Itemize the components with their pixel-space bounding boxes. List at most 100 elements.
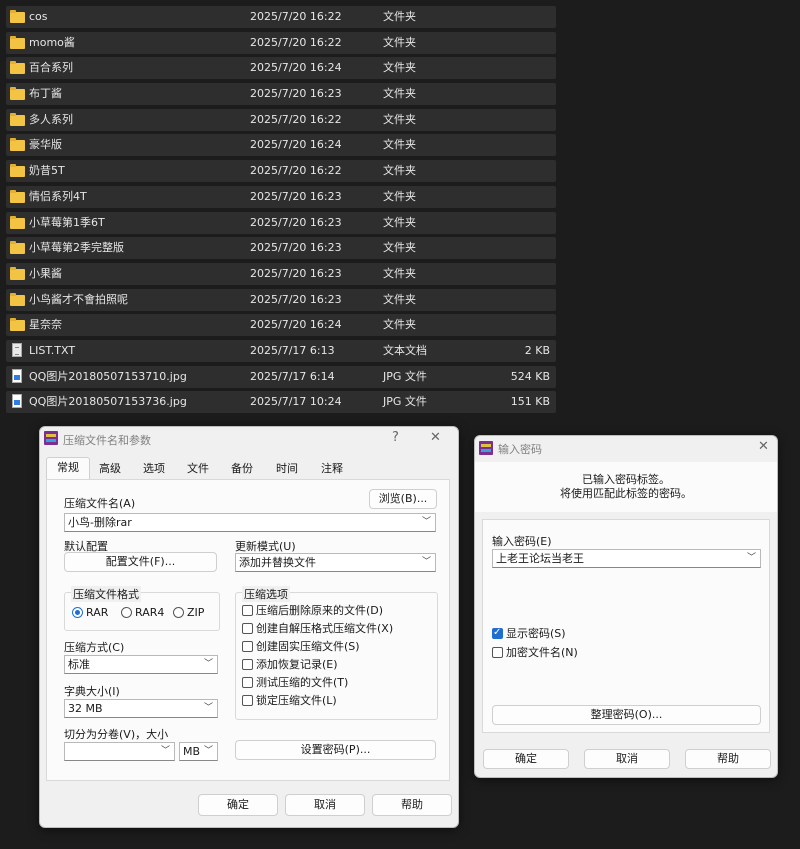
file-row[interactable]: momo酱 2025/7/20 16:22 文件夹 xyxy=(6,31,556,54)
split-size-combo[interactable]: ﹀ xyxy=(64,742,175,761)
file-date: 2025/7/17 6:13 xyxy=(250,343,335,357)
file-type: 文件夹 xyxy=(383,241,416,255)
tab-6[interactable]: 注释 xyxy=(312,459,352,479)
radio-icon xyxy=(72,607,83,618)
split-unit-combo[interactable]: MB ﹀ xyxy=(179,742,218,761)
file-name: 奶昔5T xyxy=(29,164,65,178)
file-row[interactable]: 情侣系列4T 2025/7/20 16:23 文件夹 xyxy=(6,185,556,208)
encrypt-names-label: 加密文件名(N) xyxy=(506,646,578,659)
method-combo[interactable]: 标准 ﹀ xyxy=(64,655,218,674)
help-icon[interactable]: ? xyxy=(392,430,399,445)
format-option-label: ZIP xyxy=(187,606,205,619)
update-mode-value: 添加并替换文件 xyxy=(239,556,316,569)
file-row[interactable]: 布丁酱 2025/7/20 16:23 文件夹 xyxy=(6,83,556,106)
file-name: QQ图片20180507153736.jpg xyxy=(29,395,187,409)
file-row[interactable]: 小鸟酱才不會拍照呢 2025/7/20 16:23 文件夹 xyxy=(6,288,556,311)
profile-button[interactable]: 配置文件(F)... xyxy=(64,552,217,572)
file-name: cos xyxy=(29,10,48,23)
help-button[interactable]: 帮助 xyxy=(685,749,771,769)
file-date: 2025/7/20 16:23 xyxy=(250,266,342,280)
radio-icon xyxy=(173,607,184,618)
password-panel: 输入密码(E) 上老王论坛当老王 ﹀ 显示密码(S) 加密文件名(N) 整理密码… xyxy=(482,519,770,733)
file-row[interactable]: QQ图片20180507153736.jpg 2025/7/17 10:24 JPG… xyxy=(6,391,556,414)
checkbox-icon xyxy=(242,677,253,688)
file-type: JPG 文件 xyxy=(383,395,427,409)
close-icon[interactable]: ✕ xyxy=(758,439,769,454)
tab-1[interactable]: 高级 xyxy=(90,459,130,479)
chevron-down-icon: ﹀ xyxy=(421,557,431,567)
folder-icon xyxy=(10,292,25,306)
checkbox-icon xyxy=(492,626,503,640)
dictionary-combo[interactable]: 32 MB ﹀ xyxy=(64,699,218,718)
password-dialog-title: 输入密码 xyxy=(498,443,542,456)
compression-option-label: 添加恢复记录(E) xyxy=(256,658,338,671)
file-row[interactable]: 小草莓第2季完整版 2025/7/20 16:23 文件夹 xyxy=(6,237,556,260)
file-name: 小草莓第2季完整版 xyxy=(29,241,124,255)
archive-name-combo[interactable]: 小鸟-删除rar ﹀ xyxy=(64,513,436,532)
method-label: 压缩方式(C) xyxy=(64,641,125,654)
file-name: LIST.TXT xyxy=(29,343,76,357)
file-row[interactable]: cos 2025/7/20 16:22 文件夹 xyxy=(6,6,556,28)
file-date: 2025/7/20 16:22 xyxy=(250,10,342,23)
file-type: 文件夹 xyxy=(383,318,416,332)
file-name: 小草莓第1季6T xyxy=(29,215,105,229)
update-mode-combo[interactable]: 添加并替换文件 ﹀ xyxy=(235,553,436,572)
file-row[interactable]: QQ图片20180507153710.jpg 2025/7/17 6:14 JPG … xyxy=(6,365,556,388)
file-name: 豪华版 xyxy=(29,138,62,152)
set-password-button[interactable]: 设置密码(P)... xyxy=(235,740,436,760)
file-type: 文件夹 xyxy=(383,138,416,152)
file-row[interactable]: 星奈奈 2025/7/20 16:24 文件夹 xyxy=(6,314,556,337)
tab-3[interactable]: 文件 xyxy=(178,459,218,479)
folder-icon xyxy=(10,138,25,152)
chevron-down-icon: ﹀ xyxy=(203,659,213,669)
file-type: 文件夹 xyxy=(383,266,416,280)
compression-option-label: 锁定压缩文件(L) xyxy=(256,694,337,707)
split-unit-value: MB xyxy=(183,745,201,758)
file-row[interactable]: 小果酱 2025/7/20 16:23 文件夹 xyxy=(6,262,556,285)
file-row[interactable]: 百合系列 2025/7/20 16:24 文件夹 xyxy=(6,57,556,80)
file-type: 文件夹 xyxy=(383,215,416,229)
winrar-icon xyxy=(44,431,58,445)
organize-passwords-button[interactable]: 整理密码(O)... xyxy=(492,705,761,725)
folder-icon xyxy=(10,35,25,49)
format-groupbox: 压缩文件格式 RAR RAR4 ZIP xyxy=(64,586,220,631)
ok-button[interactable]: 确定 xyxy=(198,794,278,816)
archive-dialog-title: 压缩文件名和参数 xyxy=(63,434,151,447)
folder-icon xyxy=(10,10,25,23)
file-type: 文件夹 xyxy=(383,189,416,203)
cancel-button[interactable]: 取消 xyxy=(285,794,365,816)
archive-dialog-titlebar[interactable]: 压缩文件名和参数 ? ✕ xyxy=(40,427,458,453)
file-row[interactable]: 多人系列 2025/7/20 16:22 文件夹 xyxy=(6,108,556,131)
file-list: cos 2025/7/20 16:22 文件夹 momo酱 2025/7/20 16:2… xyxy=(6,6,556,417)
tab-4[interactable]: 备份 xyxy=(222,459,262,479)
compression-option-label: 创建固实压缩文件(S) xyxy=(256,640,360,653)
file-size: 151 KB xyxy=(510,395,550,409)
file-row[interactable]: 小草莓第1季6T 2025/7/20 16:23 文件夹 xyxy=(6,211,556,234)
password-value: 上老王论坛当老王 xyxy=(496,552,584,565)
checkbox-icon xyxy=(242,695,253,706)
password-dialog-titlebar[interactable]: 输入密码 ✕ xyxy=(475,436,777,462)
dictionary-value: 32 MB xyxy=(68,702,103,715)
image-file-icon xyxy=(10,368,25,383)
password-combo[interactable]: 上老王论坛当老王 ﹀ xyxy=(492,549,761,568)
file-row[interactable]: 豪华版 2025/7/20 16:24 文件夹 xyxy=(6,134,556,157)
help-button[interactable]: 帮助 xyxy=(372,794,452,816)
chevron-down-icon: ﹀ xyxy=(203,703,213,713)
password-dialog: 输入密码 ✕ 已输入密码标签。 将使用匹配此标签的密码。 输入密码(E) 上老王… xyxy=(474,435,778,778)
tab-2[interactable]: 选项 xyxy=(134,459,174,479)
folder-icon xyxy=(10,266,25,280)
tab-0[interactable]: 常规 xyxy=(46,457,90,481)
tab-5[interactable]: 时间 xyxy=(266,459,308,479)
close-icon[interactable]: ✕ xyxy=(430,430,441,445)
ok-button[interactable]: 确定 xyxy=(483,749,569,769)
archive-name-value: 小鸟-删除rar xyxy=(68,516,132,529)
browse-button[interactable]: 浏览(B)... xyxy=(369,489,437,509)
cancel-button[interactable]: 取消 xyxy=(584,749,670,769)
file-date: 2025/7/20 16:22 xyxy=(250,35,342,49)
file-row[interactable]: LIST.TXT 2025/7/17 6:13 文本文档 2 KB xyxy=(6,339,556,362)
file-name: 情侣系列4T xyxy=(29,189,87,203)
compression-option-label: 压缩后删除原来的文件(D) xyxy=(256,604,384,617)
file-type: 文件夹 xyxy=(383,164,416,178)
chevron-down-icon: ﹀ xyxy=(203,746,213,756)
file-row[interactable]: 奶昔5T 2025/7/20 16:22 文件夹 xyxy=(6,160,556,183)
